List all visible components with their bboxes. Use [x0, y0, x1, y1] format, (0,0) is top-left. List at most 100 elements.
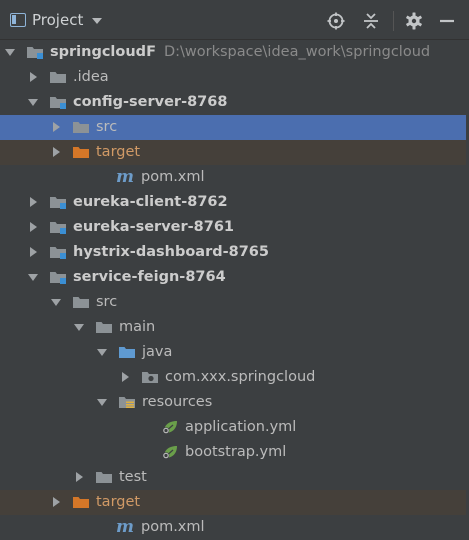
expanded-arrow-icon[interactable]	[96, 396, 108, 408]
project-view-selector[interactable]: Project	[10, 8, 103, 32]
collapsed-arrow-icon[interactable]	[73, 471, 85, 483]
excluded-folder-icon	[72, 144, 90, 160]
tree-node-label: test	[119, 467, 147, 487]
tree-node-feign-package[interactable]: com.xxx.springcloud	[0, 365, 469, 390]
module-folder-icon	[49, 244, 67, 260]
maven-icon: m	[116, 517, 134, 537]
tree-node-service-feign[interactable]: service-feign-8764	[0, 265, 469, 290]
tree-node-feign-java[interactable]: java	[0, 340, 469, 365]
tree-node-feign-resources[interactable]: resources	[0, 390, 469, 415]
expanded-arrow-icon[interactable]	[50, 296, 62, 308]
header-divider	[393, 11, 394, 31]
tree-node-label: config-server-8768	[73, 92, 227, 112]
expanded-arrow-icon[interactable]	[73, 321, 85, 333]
folder-icon	[49, 69, 67, 85]
folder-icon	[95, 319, 113, 335]
expanded-arrow-icon[interactable]	[96, 346, 108, 358]
spring-yml-icon	[161, 419, 179, 435]
tree-node-hystrix[interactable]: hystrix-dashboard-8765	[0, 240, 469, 265]
node-name: src	[96, 119, 118, 135]
expanded-arrow-icon[interactable]	[27, 271, 39, 283]
maven-icon: m	[116, 167, 134, 187]
tree-node-config-src[interactable]: src	[0, 115, 469, 140]
collapsed-arrow-icon[interactable]	[50, 496, 62, 508]
folder-icon	[95, 469, 113, 485]
package-icon	[141, 369, 159, 385]
node-name: test	[119, 469, 147, 485]
tree-node-label: pom.xml	[141, 517, 205, 537]
excluded-folder-icon	[72, 494, 90, 510]
tree-node-config-pom[interactable]: m pom.xml	[0, 165, 469, 190]
tree-node-label: target	[96, 492, 140, 512]
module-folder-icon	[49, 94, 67, 110]
node-name: eureka-server-8761	[73, 219, 235, 235]
tree-node-label: src	[96, 292, 117, 312]
tree-node-label: main	[119, 317, 155, 337]
collapsed-arrow-icon[interactable]	[50, 146, 62, 158]
node-name: .idea	[73, 69, 109, 85]
collapse-all-icon[interactable]	[362, 12, 380, 30]
node-name: com.xxx.springcloud	[165, 369, 316, 385]
tree-node-label: src	[96, 117, 117, 137]
chevron-down-icon	[92, 18, 103, 24]
node-name: springcloudF	[50, 44, 156, 60]
tree-node-springcloudF[interactable]: springcloudF D:\workspace\idea_work\sprin…	[0, 40, 469, 65]
expanded-arrow-icon[interactable]	[4, 46, 16, 58]
collapsed-arrow-icon[interactable]	[27, 196, 39, 208]
locate-target-icon[interactable]	[327, 12, 345, 30]
node-name: target	[96, 144, 141, 160]
node-name: pom.xml	[141, 169, 205, 185]
project-tool-window-header: Project	[0, 0, 469, 40]
hide-panel-icon[interactable]	[438, 12, 456, 30]
node-name: main	[119, 319, 156, 335]
collapsed-arrow-icon[interactable]	[27, 71, 39, 83]
expanded-arrow-icon[interactable]	[27, 96, 39, 108]
tree-node-idea[interactable]: .idea	[0, 65, 469, 90]
node-name: bootstrap.yml	[185, 444, 287, 460]
node-name: java	[142, 344, 173, 360]
tree-node-label: pom.xml	[141, 167, 205, 187]
tree-node-label: eureka-client-8762	[73, 192, 228, 212]
collapsed-arrow-icon[interactable]	[27, 221, 39, 233]
node-name: eureka-client-8762	[73, 194, 228, 210]
resources-folder-icon	[118, 394, 136, 410]
tree-node-feign-pom[interactable]: m pom.xml	[0, 515, 469, 540]
tree-node-label: service-feign-8764	[73, 267, 226, 287]
tree-node-label: resources	[142, 392, 212, 412]
collapsed-arrow-icon[interactable]	[119, 371, 131, 383]
tree-node-label: com.xxx.springcloud	[165, 367, 315, 387]
tree-node-label: bootstrap.yml	[185, 442, 286, 462]
collapsed-arrow-icon[interactable]	[27, 246, 39, 258]
tree-node-feign-bootstrap-yml[interactable]: bootstrap.yml	[0, 440, 469, 465]
tree-node-feign-src[interactable]: src	[0, 290, 469, 315]
spring-yml-icon	[161, 444, 179, 460]
gear-icon[interactable]	[405, 12, 423, 30]
tree-node-feign-main[interactable]: main	[0, 315, 469, 340]
tree-node-label: eureka-server-8761	[73, 217, 234, 237]
tree-node-feign-app-yml[interactable]: application.yml	[0, 415, 469, 440]
node-name: service-feign-8764	[73, 269, 226, 285]
tree-node-eureka-client[interactable]: eureka-client-8762	[0, 190, 469, 215]
tree-node-label: java	[142, 342, 172, 362]
module-folder-icon	[49, 269, 67, 285]
tree-node-label: application.yml	[185, 417, 296, 437]
tree-node-label: springcloudF D:\workspace\idea_work\sprin…	[50, 42, 430, 62]
node-name: hystrix-dashboard-8765	[73, 244, 269, 260]
tree-node-label: .idea	[73, 67, 109, 87]
module-folder-icon	[26, 44, 44, 60]
tree-node-feign-target[interactable]: target	[0, 490, 469, 515]
source-folder-icon	[118, 344, 136, 360]
tree-node-config-server[interactable]: config-server-8768	[0, 90, 469, 115]
node-name: target	[96, 494, 141, 510]
node-name: pom.xml	[141, 519, 205, 535]
node-name: resources	[142, 394, 213, 410]
module-folder-icon	[49, 219, 67, 235]
tree-node-label: hystrix-dashboard-8765	[73, 242, 269, 262]
tree-node-feign-test[interactable]: test	[0, 465, 469, 490]
tree-node-eureka-server[interactable]: eureka-server-8761	[0, 215, 469, 240]
node-name: config-server-8768	[73, 94, 228, 110]
tree-node-label: target	[96, 142, 140, 162]
tree-node-config-target[interactable]: target	[0, 140, 469, 165]
collapsed-arrow-icon[interactable]	[50, 121, 62, 133]
project-icon	[10, 13, 26, 27]
